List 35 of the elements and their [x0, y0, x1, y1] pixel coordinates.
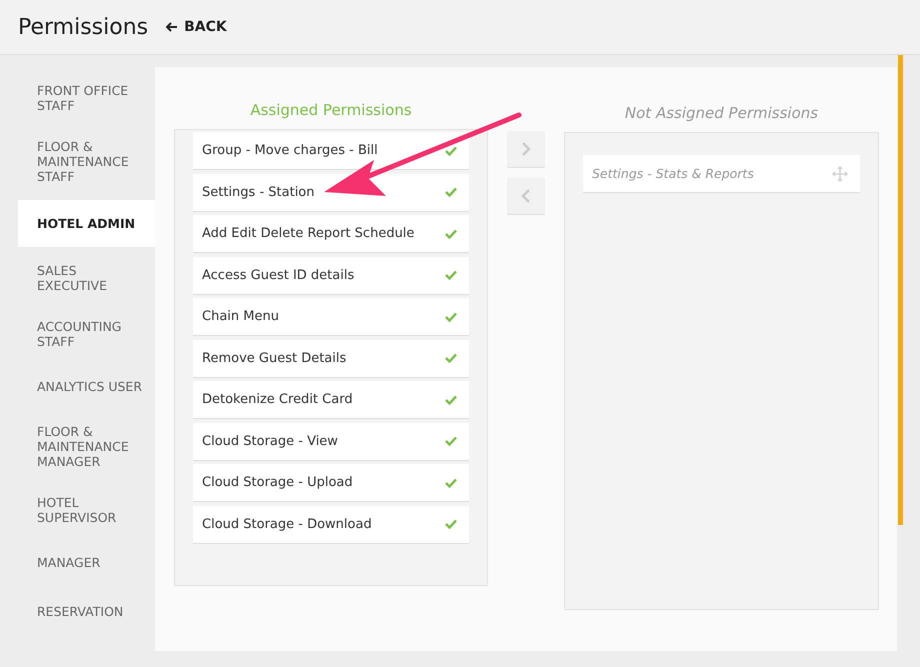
- permission-item[interactable]: Settings - Station: [193, 174, 469, 212]
- assigned-title: Assigned Permissions: [249, 100, 413, 121]
- role-tab[interactable]: FLOOR & MAINTENANCE STAFF: [18, 133, 155, 190]
- permission-item[interactable]: Add Edit Delete Report Schedule: [193, 215, 469, 253]
- permission-item[interactable]: Detokenize Credit Card: [193, 381, 469, 419]
- permission-item[interactable]: Group - Move charges - Bill: [193, 132, 469, 170]
- permission-label: Cloud Storage - Download: [202, 516, 372, 532]
- role-tab[interactable]: HOTEL ADMIN: [18, 200, 155, 247]
- permission-label: Group - Move charges - Bill: [202, 143, 378, 158]
- permission-item[interactable]: Cloud Storage - View: [193, 422, 469, 460]
- not-assigned-title: Not Assigned Permissions: [624, 103, 820, 124]
- role-tab[interactable]: ANALYTICS USER: [18, 369, 155, 404]
- role-tab[interactable]: FLOOR & MAINTENANCE MANAGER: [18, 418, 155, 475]
- permission-item[interactable]: Cloud Storage - Download: [193, 506, 469, 544]
- permission-label: Cloud Storage - Upload: [202, 475, 353, 490]
- back-button[interactable]: BACK: [166, 17, 227, 37]
- permission-item[interactable]: Cloud Storage - Upload: [193, 464, 469, 502]
- role-tab[interactable]: SALES EXECUTIVE: [18, 257, 155, 299]
- permission-label: Settings - Stats & Reports: [592, 166, 754, 181]
- permission-label: Remove Guest Details: [202, 350, 346, 366]
- page-title: Permissions: [18, 14, 148, 40]
- role-tab[interactable]: RESERVATION: [18, 594, 155, 629]
- role-tab[interactable]: ACCOUNTING STAFF: [18, 313, 155, 355]
- role-tab[interactable]: FRONT OFFICE STAFF: [18, 77, 155, 119]
- permission-label: Settings - Station: [202, 184, 314, 200]
- permission-label: Add Edit Delete Report Schedule: [202, 226, 414, 241]
- role-tab[interactable]: HOTEL SUPERVISOR: [18, 489, 155, 531]
- permission-item[interactable]: Chain Menu: [193, 298, 469, 336]
- permission-label: Detokenize Credit Card: [202, 392, 353, 407]
- permission-label: Chain Menu: [202, 309, 279, 324]
- permission-label: Cloud Storage - View: [202, 434, 338, 448]
- permission-label: Access Guest ID details: [202, 268, 354, 282]
- permission-item[interactable]: Access Guest ID details: [193, 256, 469, 294]
- role-tab[interactable]: MANAGER: [18, 545, 155, 580]
- permission-item[interactable]: Remove Guest Details: [193, 340, 469, 378]
